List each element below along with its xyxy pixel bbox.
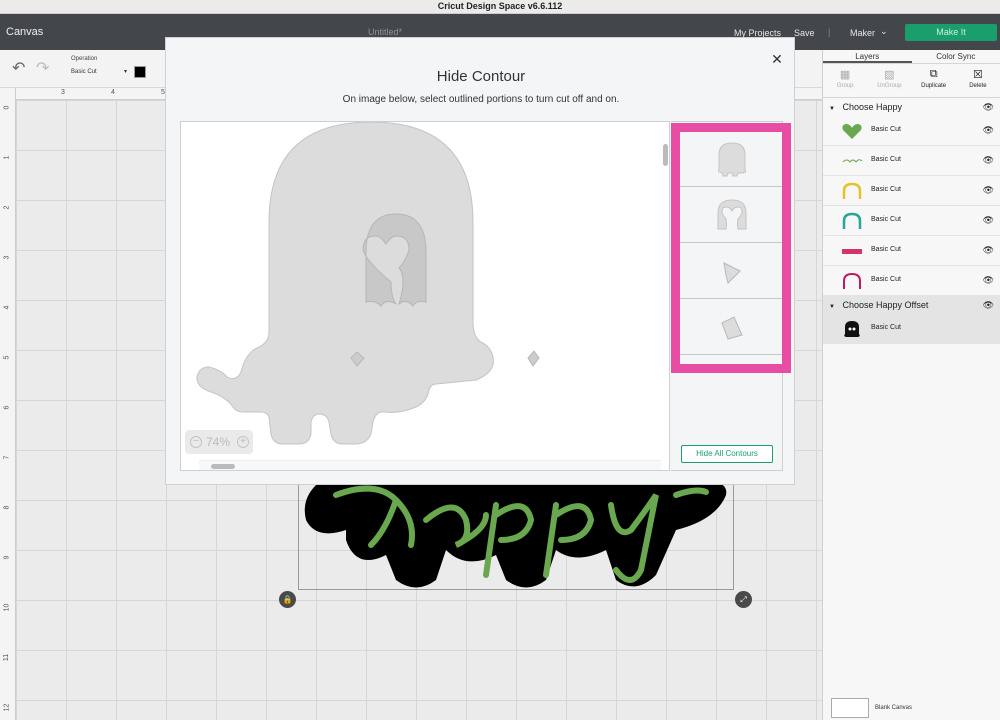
small-diamond-shape[interactable] xyxy=(527,350,540,367)
zoom-control: − 74% + xyxy=(185,430,253,454)
close-icon[interactable]: ✕ xyxy=(770,52,784,66)
silhouette-shape[interactable] xyxy=(196,122,494,445)
horizontal-scroll-track xyxy=(199,460,661,470)
contour-list xyxy=(671,123,791,373)
dialog-title: Hide Contour xyxy=(436,68,526,85)
contour-item[interactable] xyxy=(680,244,782,299)
arch-heart-thumbnail xyxy=(717,199,747,230)
contour-item[interactable] xyxy=(680,132,782,187)
window-title: Cricut Design Space v6.6.112 xyxy=(437,1,563,11)
small-diamond-thumbnail xyxy=(721,316,743,340)
small-diamond-thumbnail xyxy=(723,262,741,284)
zoom-in-button[interactable]: + xyxy=(237,436,249,448)
hide-contour-dialog: ✕ Hide Contour On image below, select ou… xyxy=(165,37,795,485)
full-silhouette-thumbnail xyxy=(717,142,747,177)
horizontal-scrollbar[interactable] xyxy=(211,464,235,469)
design-preview[interactable] xyxy=(181,122,661,462)
contour-item[interactable] xyxy=(680,300,782,355)
vertical-scrollbar[interactable] xyxy=(663,144,668,166)
zoom-out-button[interactable]: − xyxy=(190,436,202,448)
zoom-value: 74% xyxy=(206,435,231,449)
hide-all-contours-button[interactable]: Hide All Contours xyxy=(681,445,773,463)
window-title-bar: Cricut Design Space v6.6.112 xyxy=(0,0,1000,14)
contour-preview[interactable]: − 74% + xyxy=(180,121,670,471)
dialog-subtitle: On image below, select outlined portions… xyxy=(342,94,620,105)
contour-item[interactable] xyxy=(680,188,782,243)
